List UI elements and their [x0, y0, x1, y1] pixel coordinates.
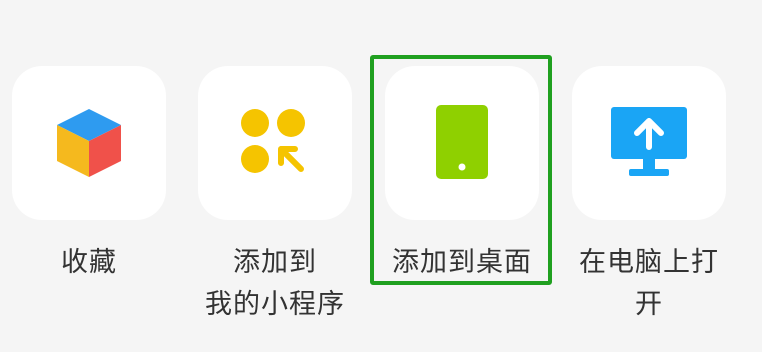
favorite-label: 收藏: [61, 247, 117, 278]
desktop-upload-icon: [611, 107, 687, 176]
favorite-button[interactable]: [12, 66, 166, 220]
selection-highlight-box: [370, 55, 552, 285]
open-on-computer-button[interactable]: [572, 66, 726, 220]
open-on-computer-label: 在电脑上打 开: [579, 247, 719, 320]
miniprogram-grid-icon: [241, 109, 305, 173]
share-action-panel: 收藏 添加到 我的小程序 添加到桌面 在电脑上打 开: [0, 0, 762, 352]
add-to-miniprogram-button[interactable]: [198, 66, 352, 220]
add-to-miniprogram-label: 添加到 我的小程序: [205, 247, 345, 320]
cube-icon: [57, 109, 121, 177]
